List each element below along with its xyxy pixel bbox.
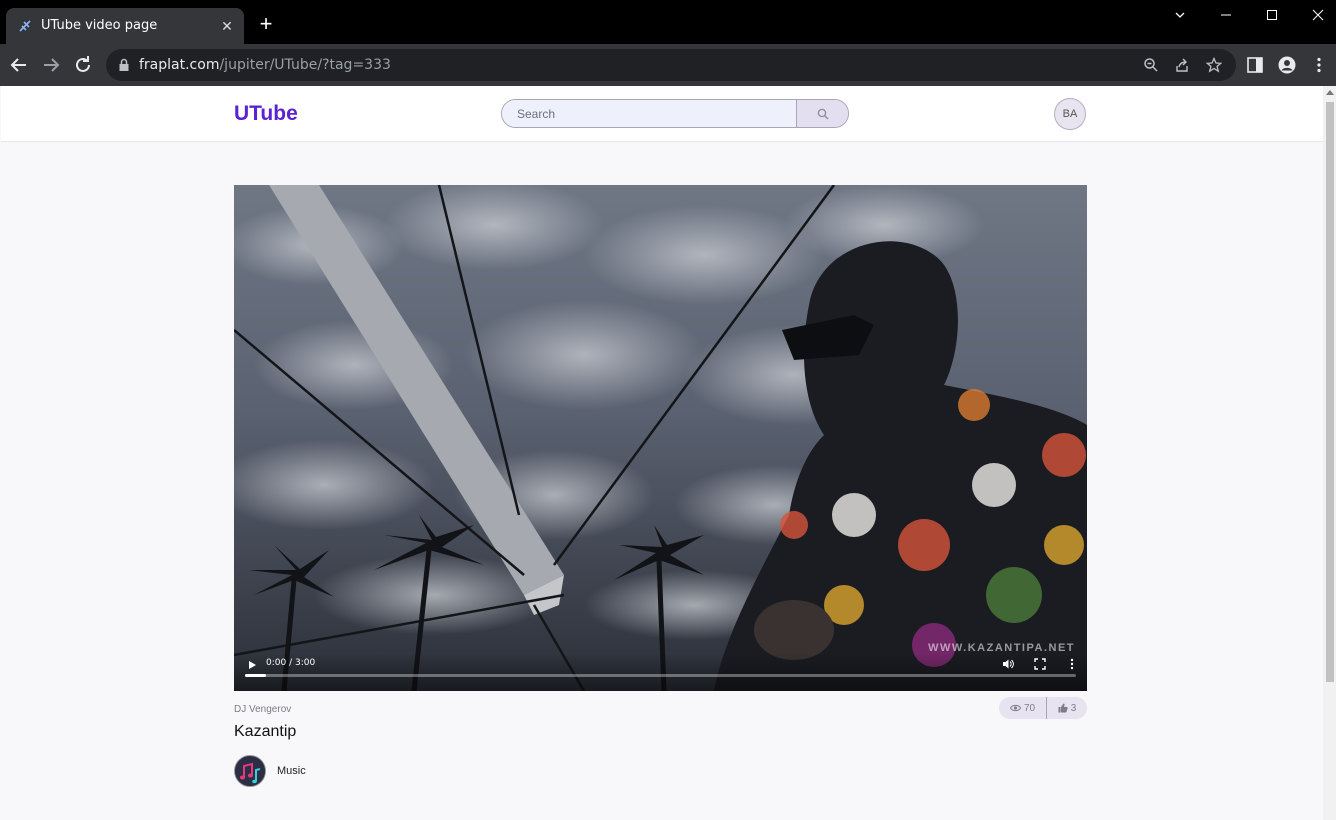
page-scrollbar[interactable] bbox=[1323, 86, 1336, 820]
url-text: fraplat.com/jupiter/UTube/?tag=333 bbox=[139, 57, 391, 73]
eye-icon bbox=[1009, 704, 1021, 712]
new-tab-button[interactable]: + bbox=[256, 13, 276, 35]
channel-avatar bbox=[234, 755, 266, 787]
bookmark-star-icon[interactable] bbox=[1206, 57, 1222, 73]
video-progress-bar[interactable] bbox=[245, 674, 1076, 677]
profile-icon[interactable] bbox=[1278, 56, 1296, 74]
web-page: UTube BA bbox=[1, 86, 1323, 820]
search-input[interactable] bbox=[502, 100, 796, 127]
forward-icon[interactable] bbox=[39, 53, 63, 77]
channel-link[interactable]: Music bbox=[234, 755, 306, 787]
minimize-icon[interactable] bbox=[1203, 4, 1249, 28]
video-frame bbox=[234, 185, 1087, 691]
scroll-up-arrow-icon[interactable] bbox=[1326, 90, 1334, 95]
lock-icon bbox=[119, 58, 129, 71]
volume-icon[interactable] bbox=[1002, 658, 1014, 670]
tab-favicon-icon bbox=[19, 20, 31, 32]
address-bar[interactable]: fraplat.com/jupiter/UTube/?tag=333 bbox=[106, 49, 1236, 81]
video-stats: 70 3 bbox=[999, 697, 1087, 719]
menu-kebab-icon[interactable] bbox=[1310, 56, 1328, 74]
site-header: UTube BA bbox=[1, 86, 1323, 142]
search-button[interactable] bbox=[796, 100, 848, 127]
likes-count: 3 bbox=[1070, 702, 1077, 714]
channel-name: Music bbox=[277, 765, 306, 777]
video-controls: 0:00 / 3:00 bbox=[234, 653, 1087, 691]
reload-icon[interactable] bbox=[71, 53, 95, 77]
close-window-icon[interactable] bbox=[1295, 4, 1336, 28]
url-host: fraplat.com bbox=[139, 57, 220, 73]
video-player[interactable]: WWW.KAZANTIPA.NET 0:00 / 3:00 bbox=[234, 185, 1087, 691]
zoom-icon[interactable] bbox=[1143, 57, 1159, 73]
tab-search-icon[interactable] bbox=[1157, 4, 1203, 28]
search-bar bbox=[501, 99, 849, 128]
video-author[interactable]: DJ Vengerov bbox=[234, 704, 291, 715]
browser-titlebar: UTube video page ✕ + bbox=[0, 0, 1336, 44]
tab-close-icon[interactable]: ✕ bbox=[218, 17, 236, 35]
more-options-icon[interactable] bbox=[1066, 658, 1078, 670]
site-logo[interactable]: UTube bbox=[234, 102, 298, 126]
url-path: /jupiter/UTube/?tag=333 bbox=[219, 57, 391, 73]
tab-title: UTube video page bbox=[41, 18, 158, 33]
music-notes-icon bbox=[236, 757, 265, 786]
video-progress-fill bbox=[245, 674, 266, 677]
user-avatar[interactable]: BA bbox=[1054, 98, 1086, 130]
scrollbar-thumb[interactable] bbox=[1326, 102, 1334, 682]
views-count: 70 bbox=[1023, 702, 1036, 714]
play-icon[interactable] bbox=[246, 659, 258, 671]
share-icon[interactable] bbox=[1174, 57, 1190, 73]
browser-toolbar: fraplat.com/jupiter/UTube/?tag=333 bbox=[0, 44, 1336, 86]
fullscreen-icon[interactable] bbox=[1034, 658, 1046, 670]
video-title: Kazantip bbox=[234, 723, 297, 740]
video-time: 0:00 / 3:00 bbox=[266, 658, 316, 668]
thumbs-up-icon bbox=[1058, 703, 1068, 713]
back-icon[interactable] bbox=[7, 53, 31, 77]
views-counter: 70 bbox=[999, 697, 1047, 719]
maximize-icon[interactable] bbox=[1249, 4, 1295, 28]
search-icon bbox=[817, 108, 828, 119]
like-button[interactable]: 3 bbox=[1047, 697, 1087, 719]
browser-tab[interactable]: UTube video page ✕ bbox=[6, 8, 244, 44]
side-panel-icon[interactable] bbox=[1246, 56, 1264, 74]
